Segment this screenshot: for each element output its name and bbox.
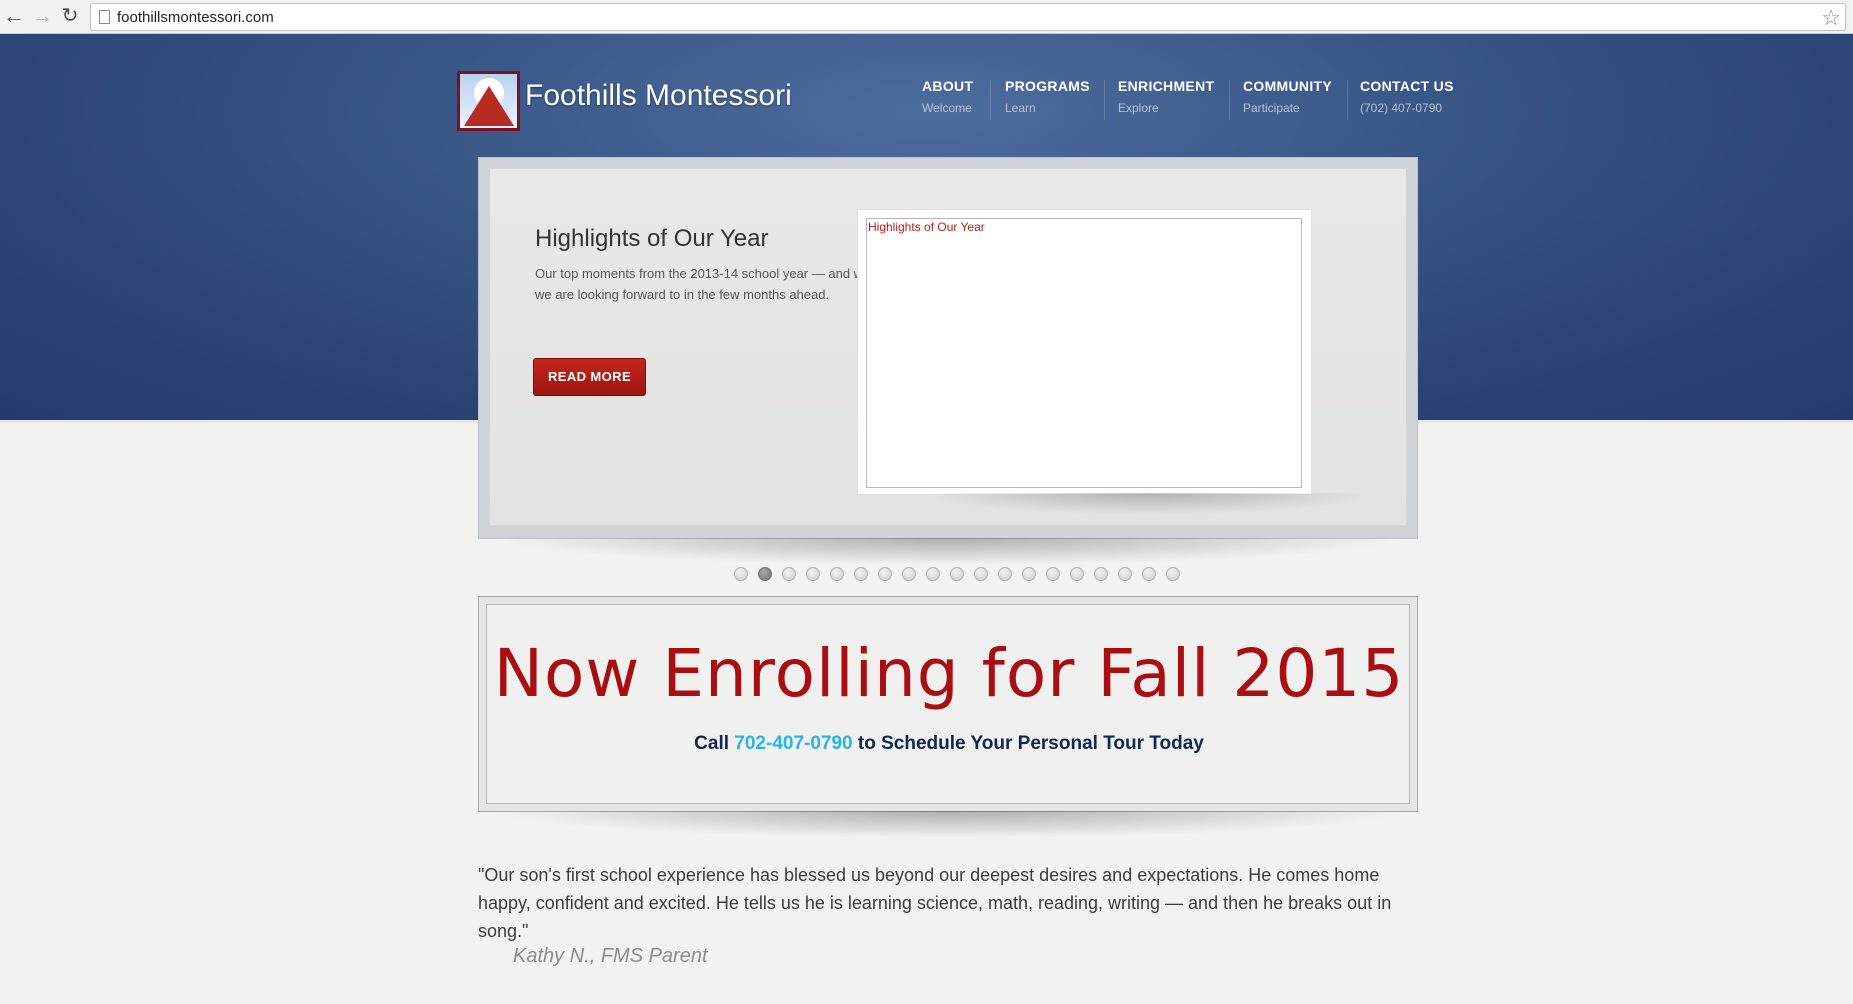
slider-dot[interactable] <box>806 567 820 581</box>
slide-media-placeholder[interactable]: Highlights of Our Year <box>866 218 1302 488</box>
nav-label: ABOUT <box>922 78 974 94</box>
slider-dot[interactable] <box>854 567 868 581</box>
slider-dot[interactable] <box>830 567 844 581</box>
logo-mountain <box>464 86 514 126</box>
slider-dot[interactable] <box>998 567 1012 581</box>
slider-dot[interactable] <box>1094 567 1108 581</box>
nav-item-about[interactable]: ABOUT Welcome <box>922 78 973 120</box>
nav-label: COMMUNITY <box>1243 78 1333 94</box>
nav-label: ENRICHMENT <box>1118 78 1215 94</box>
slider-dot[interactable] <box>1046 567 1060 581</box>
slider-dot[interactable] <box>950 567 964 581</box>
nav-sublabel: Explore <box>1118 101 1159 115</box>
site-logo-icon[interactable] <box>457 71 520 131</box>
nav-label: PROGRAMS <box>1005 78 1090 94</box>
browser-toolbar: ← → ↻ foothillsmontessori.com ☆ <box>0 0 1853 34</box>
enroll-banner: Now Enrolling for Fall 2015 Call 702-407… <box>478 596 1418 812</box>
nav-sublabel: (702) 407-0790 <box>1360 101 1443 115</box>
nav-item-programs[interactable]: PROGRAMS Learn <box>1005 78 1090 120</box>
back-arrow-icon[interactable]: ← <box>2 5 26 29</box>
nav-label: CONTACT US <box>1360 78 1454 94</box>
slider-dot[interactable] <box>878 567 892 581</box>
enroll-phone-link[interactable]: 702-407-0790 <box>734 733 852 754</box>
nav-divider <box>1347 80 1348 120</box>
media-shadow <box>920 493 1375 515</box>
slider-dot[interactable] <box>1022 567 1036 581</box>
testimonial-author: Kathy N., FMS Parent <box>513 945 708 967</box>
nav-sublabel: Welcome <box>922 101 972 115</box>
bookmark-star-icon[interactable]: ☆ <box>1821 5 1841 31</box>
url-text: foothillsmontessori.com <box>117 9 274 26</box>
address-bar[interactable]: foothillsmontessori.com ☆ <box>90 3 1846 31</box>
slider-pagination <box>734 567 1180 581</box>
slider-dot[interactable] <box>1142 567 1156 581</box>
enroll-schedule-text: to Schedule Your Personal Tour Today <box>857 733 1204 754</box>
nav-sublabel: Learn <box>1005 101 1036 115</box>
enroll-shadow <box>478 811 1418 839</box>
read-more-button[interactable]: READ MORE <box>533 358 646 396</box>
media-alt-text: Highlights of Our Year <box>868 220 985 234</box>
slider-dot[interactable] <box>734 567 748 581</box>
slider-dot[interactable] <box>1118 567 1132 581</box>
slider-dot[interactable] <box>902 567 916 581</box>
nav-item-contact[interactable]: CONTACT US (702) 407-0790 <box>1360 78 1454 120</box>
page-icon <box>99 10 110 24</box>
slide-media-frame: Highlights of Our Year <box>857 209 1312 495</box>
nav-divider <box>1104 80 1105 120</box>
nav-sublabel: Participate <box>1243 101 1300 115</box>
slider-dot[interactable] <box>1070 567 1084 581</box>
site-title[interactable]: Foothills Montessori <box>525 79 792 113</box>
slide-title: Highlights of Our Year <box>535 225 769 252</box>
slide-text: Our top moments from the 2013-14 school … <box>535 266 882 302</box>
testimonial-quote: "Our son's first school experience has b… <box>478 865 1392 941</box>
slider-dot[interactable] <box>926 567 940 581</box>
reload-icon[interactable]: ↻ <box>58 5 82 29</box>
slide: Highlights of Our Year Our top moments f… <box>489 168 1407 526</box>
nav-divider <box>1229 80 1230 120</box>
slider-shadow <box>478 538 1418 566</box>
enroll-headline: Now Enrolling for Fall 2015 <box>493 635 1405 712</box>
slider-dot[interactable] <box>1166 567 1180 581</box>
enroll-subline: Call 702-407-0790 to Schedule Your Perso… <box>487 733 1411 755</box>
slider-dot[interactable] <box>758 567 772 581</box>
enroll-banner-inner: Now Enrolling for Fall 2015 Call 702-407… <box>486 604 1410 804</box>
slider-dot[interactable] <box>974 567 988 581</box>
forward-arrow-icon[interactable]: → <box>30 5 54 29</box>
nav-item-community[interactable]: COMMUNITY Participate <box>1243 78 1332 120</box>
featured-slider: Highlights of Our Year Our top moments f… <box>478 157 1418 539</box>
slider-dot[interactable] <box>782 567 796 581</box>
nav-divider <box>990 80 991 120</box>
enroll-call-text: Call <box>694 733 730 754</box>
nav-item-enrichment[interactable]: ENRICHMENT Explore <box>1118 78 1214 120</box>
